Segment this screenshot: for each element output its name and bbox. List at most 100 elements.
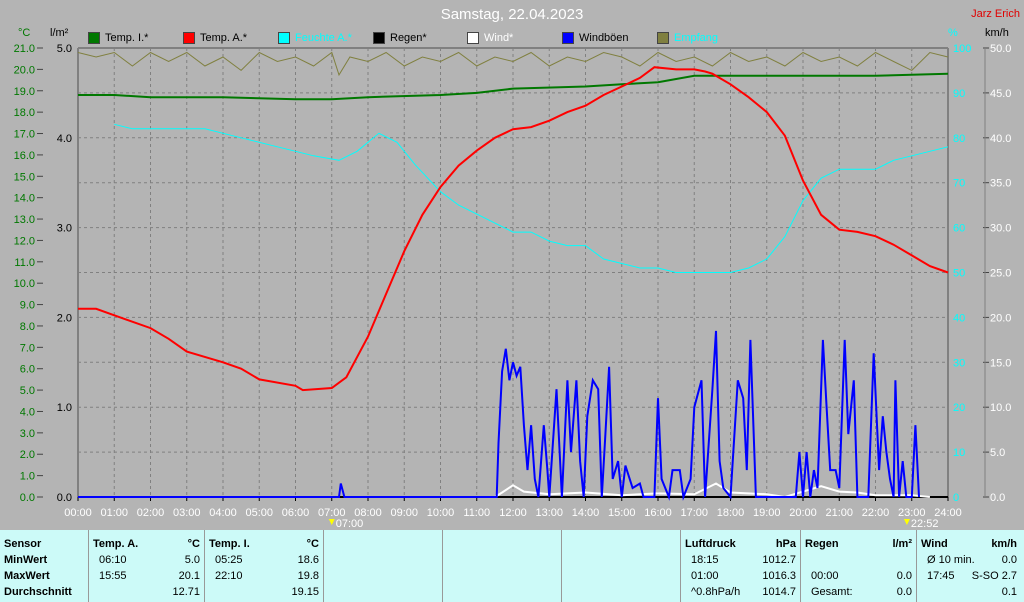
temp-tick-label: 20.0 — [14, 64, 35, 76]
temp-tick-label: 3.0 — [20, 428, 35, 440]
temp-tick-label: 13.0 — [14, 214, 35, 226]
temp-tick-label: 16.0 — [14, 150, 35, 162]
temp-tick-label: 2.0 — [20, 449, 35, 461]
x-tick-label: 16:00 — [644, 507, 672, 519]
wind-tick-label: 10.0 — [990, 402, 1011, 414]
humidity-tick-label: 80 — [953, 133, 965, 145]
luftdruck-column: Luftdruck hPa 18:15 1012.7 01:00 1016.3 ^0.8hP… — [681, 530, 801, 602]
temp_i-time: 22:10 — [215, 570, 243, 582]
time-marker-icon — [903, 519, 910, 525]
temp-tick-label: 21.0 — [14, 43, 35, 55]
temp-tick-label: 1.0 — [20, 471, 35, 483]
temp-tick-label: 9.0 — [20, 300, 35, 312]
luftdruck-time: 18:15 — [691, 554, 719, 566]
wind-value: S-SO 2.7 — [971, 570, 1017, 582]
x-tick-label: 01:00 — [100, 507, 128, 519]
temp-tick-label: 12.0 — [14, 235, 35, 247]
regen-value: 0.0 — [896, 586, 912, 598]
x-tick-label: 18:00 — [717, 507, 745, 519]
humidity-tick-label: 100 — [953, 43, 971, 55]
humidity-tick-label: 10 — [953, 447, 965, 459]
wind-unit: km/h — [991, 538, 1017, 550]
rain-tick-label: 1.0 — [57, 402, 72, 414]
temp-tick-label: 7.0 — [20, 342, 35, 354]
temp_i-value: 19.15 — [291, 586, 319, 598]
temp-tick-label: 14.0 — [14, 193, 35, 205]
row-label-max: MaxWert — [4, 570, 50, 582]
luftdruck-unit: hPa — [775, 538, 796, 550]
temp-tick-label: 17.0 — [14, 129, 35, 141]
x-tick-label: 22:00 — [862, 507, 890, 519]
x-tick-label: 10:00 — [427, 507, 455, 519]
luftdruck-header: Luftdruck — [685, 538, 736, 550]
luftdruck-value: 1016.3 — [762, 570, 796, 582]
temp_a-value: 12.71 — [172, 586, 200, 598]
wind-tick-label: 25.0 — [990, 268, 1011, 280]
humidity-tick-label: 70 — [953, 178, 965, 190]
humidity-tick-label: 90 — [953, 88, 965, 100]
temp-tick-label: 15.0 — [14, 171, 35, 183]
temp_i-header: Temp. I. — [209, 538, 250, 550]
temp_a-value: 20.1 — [178, 570, 200, 582]
temp_a-header: Temp. A. — [93, 538, 139, 550]
temp_a-time: 06:10 — [99, 554, 127, 566]
temp_a-time: 15:55 — [99, 570, 127, 582]
regen-time: 00:00 — [811, 570, 839, 582]
row-label-min: MinWert — [4, 554, 48, 566]
x-tick-label: 11:00 — [463, 507, 490, 519]
rain-tick-label: 3.0 — [57, 223, 72, 235]
x-tick-label: 04:00 — [209, 507, 237, 519]
wind-tick-label: 35.0 — [990, 178, 1011, 190]
rain-tick-label: 0.0 — [57, 492, 72, 504]
temp_i-unit: °C — [306, 538, 319, 550]
stats-table: Sensor MinWert MaxWert Durchschnitt Temp… — [0, 530, 1024, 602]
wind-value: 0.1 — [1001, 586, 1017, 598]
x-tick-label: 06:00 — [282, 507, 310, 519]
empty-column — [562, 530, 681, 602]
x-tick-label: 17:00 — [680, 507, 708, 519]
wind-tick-label: 30.0 — [990, 223, 1011, 235]
row-label-avg: Durchschnitt — [4, 586, 72, 598]
temp-tick-label: 4.0 — [20, 406, 35, 418]
wind-time: Ø 10 min. — [927, 554, 975, 566]
humidity-tick-label: 40 — [953, 312, 965, 324]
x-tick-label: 15:00 — [608, 507, 636, 519]
sensor-column: Sensor MinWert MaxWert Durchschnitt — [0, 530, 89, 602]
temp-tick-label: 6.0 — [20, 364, 35, 376]
temp-tick-label: 8.0 — [20, 321, 35, 333]
humidity-tick-label: 20 — [953, 402, 965, 414]
wind-value: 0.0 — [1001, 554, 1017, 566]
luftdruck-time: 01:00 — [691, 570, 719, 582]
x-tick-label: 05:00 — [245, 507, 273, 519]
x-tick-label: 03:00 — [173, 507, 201, 519]
humidity-tick-label: 50 — [953, 268, 965, 280]
x-tick-label: 13:00 — [535, 507, 563, 519]
temp-tick-label: 18.0 — [14, 107, 35, 119]
temp_i-value: 19.8 — [297, 570, 319, 582]
x-tick-label: 19:00 — [753, 507, 781, 519]
x-tick-label: 14:00 — [572, 507, 600, 519]
x-tick-label: 02:00 — [137, 507, 165, 519]
wind-tick-label: 50.0 — [990, 43, 1011, 55]
time-marker-label: 07:00 — [336, 518, 364, 530]
time-marker-icon — [328, 519, 335, 525]
weather-chart: 00:00 01:00 02:00 03:00 04:00 05:00 06:00 07:00… — [14, 43, 1012, 530]
regen-unit: l/m² — [892, 538, 912, 550]
temp-tick-label: 19.0 — [14, 86, 35, 98]
temp_a-value: 5.0 — [184, 554, 200, 566]
x-tick-label: 12:00 — [499, 507, 527, 519]
x-tick-label: 09:00 — [390, 507, 418, 519]
x-tick-label: 00:00 — [64, 507, 92, 519]
regen-column: Regen l/m² 00:00 0.0 Gesamt: 0.0 — [801, 530, 917, 602]
temp_a-unit: °C — [187, 538, 200, 550]
temp-a-column: Temp. A. °C 06:10 5.0 15:55 20.1 12.71 — [89, 530, 205, 602]
empty-column — [324, 530, 443, 602]
regen-value: 0.0 — [896, 570, 912, 582]
time-marker-label: 22:52 — [911, 518, 939, 530]
humidity-tick-label: 30 — [953, 357, 965, 369]
temp_i-value: 18.6 — [297, 554, 319, 566]
luftdruck-value: 1014.7 — [762, 586, 796, 598]
wind-tick-label: 40.0 — [990, 133, 1011, 145]
wind-tick-label: 5.0 — [990, 447, 1005, 459]
sensor-header: Sensor — [4, 538, 42, 550]
